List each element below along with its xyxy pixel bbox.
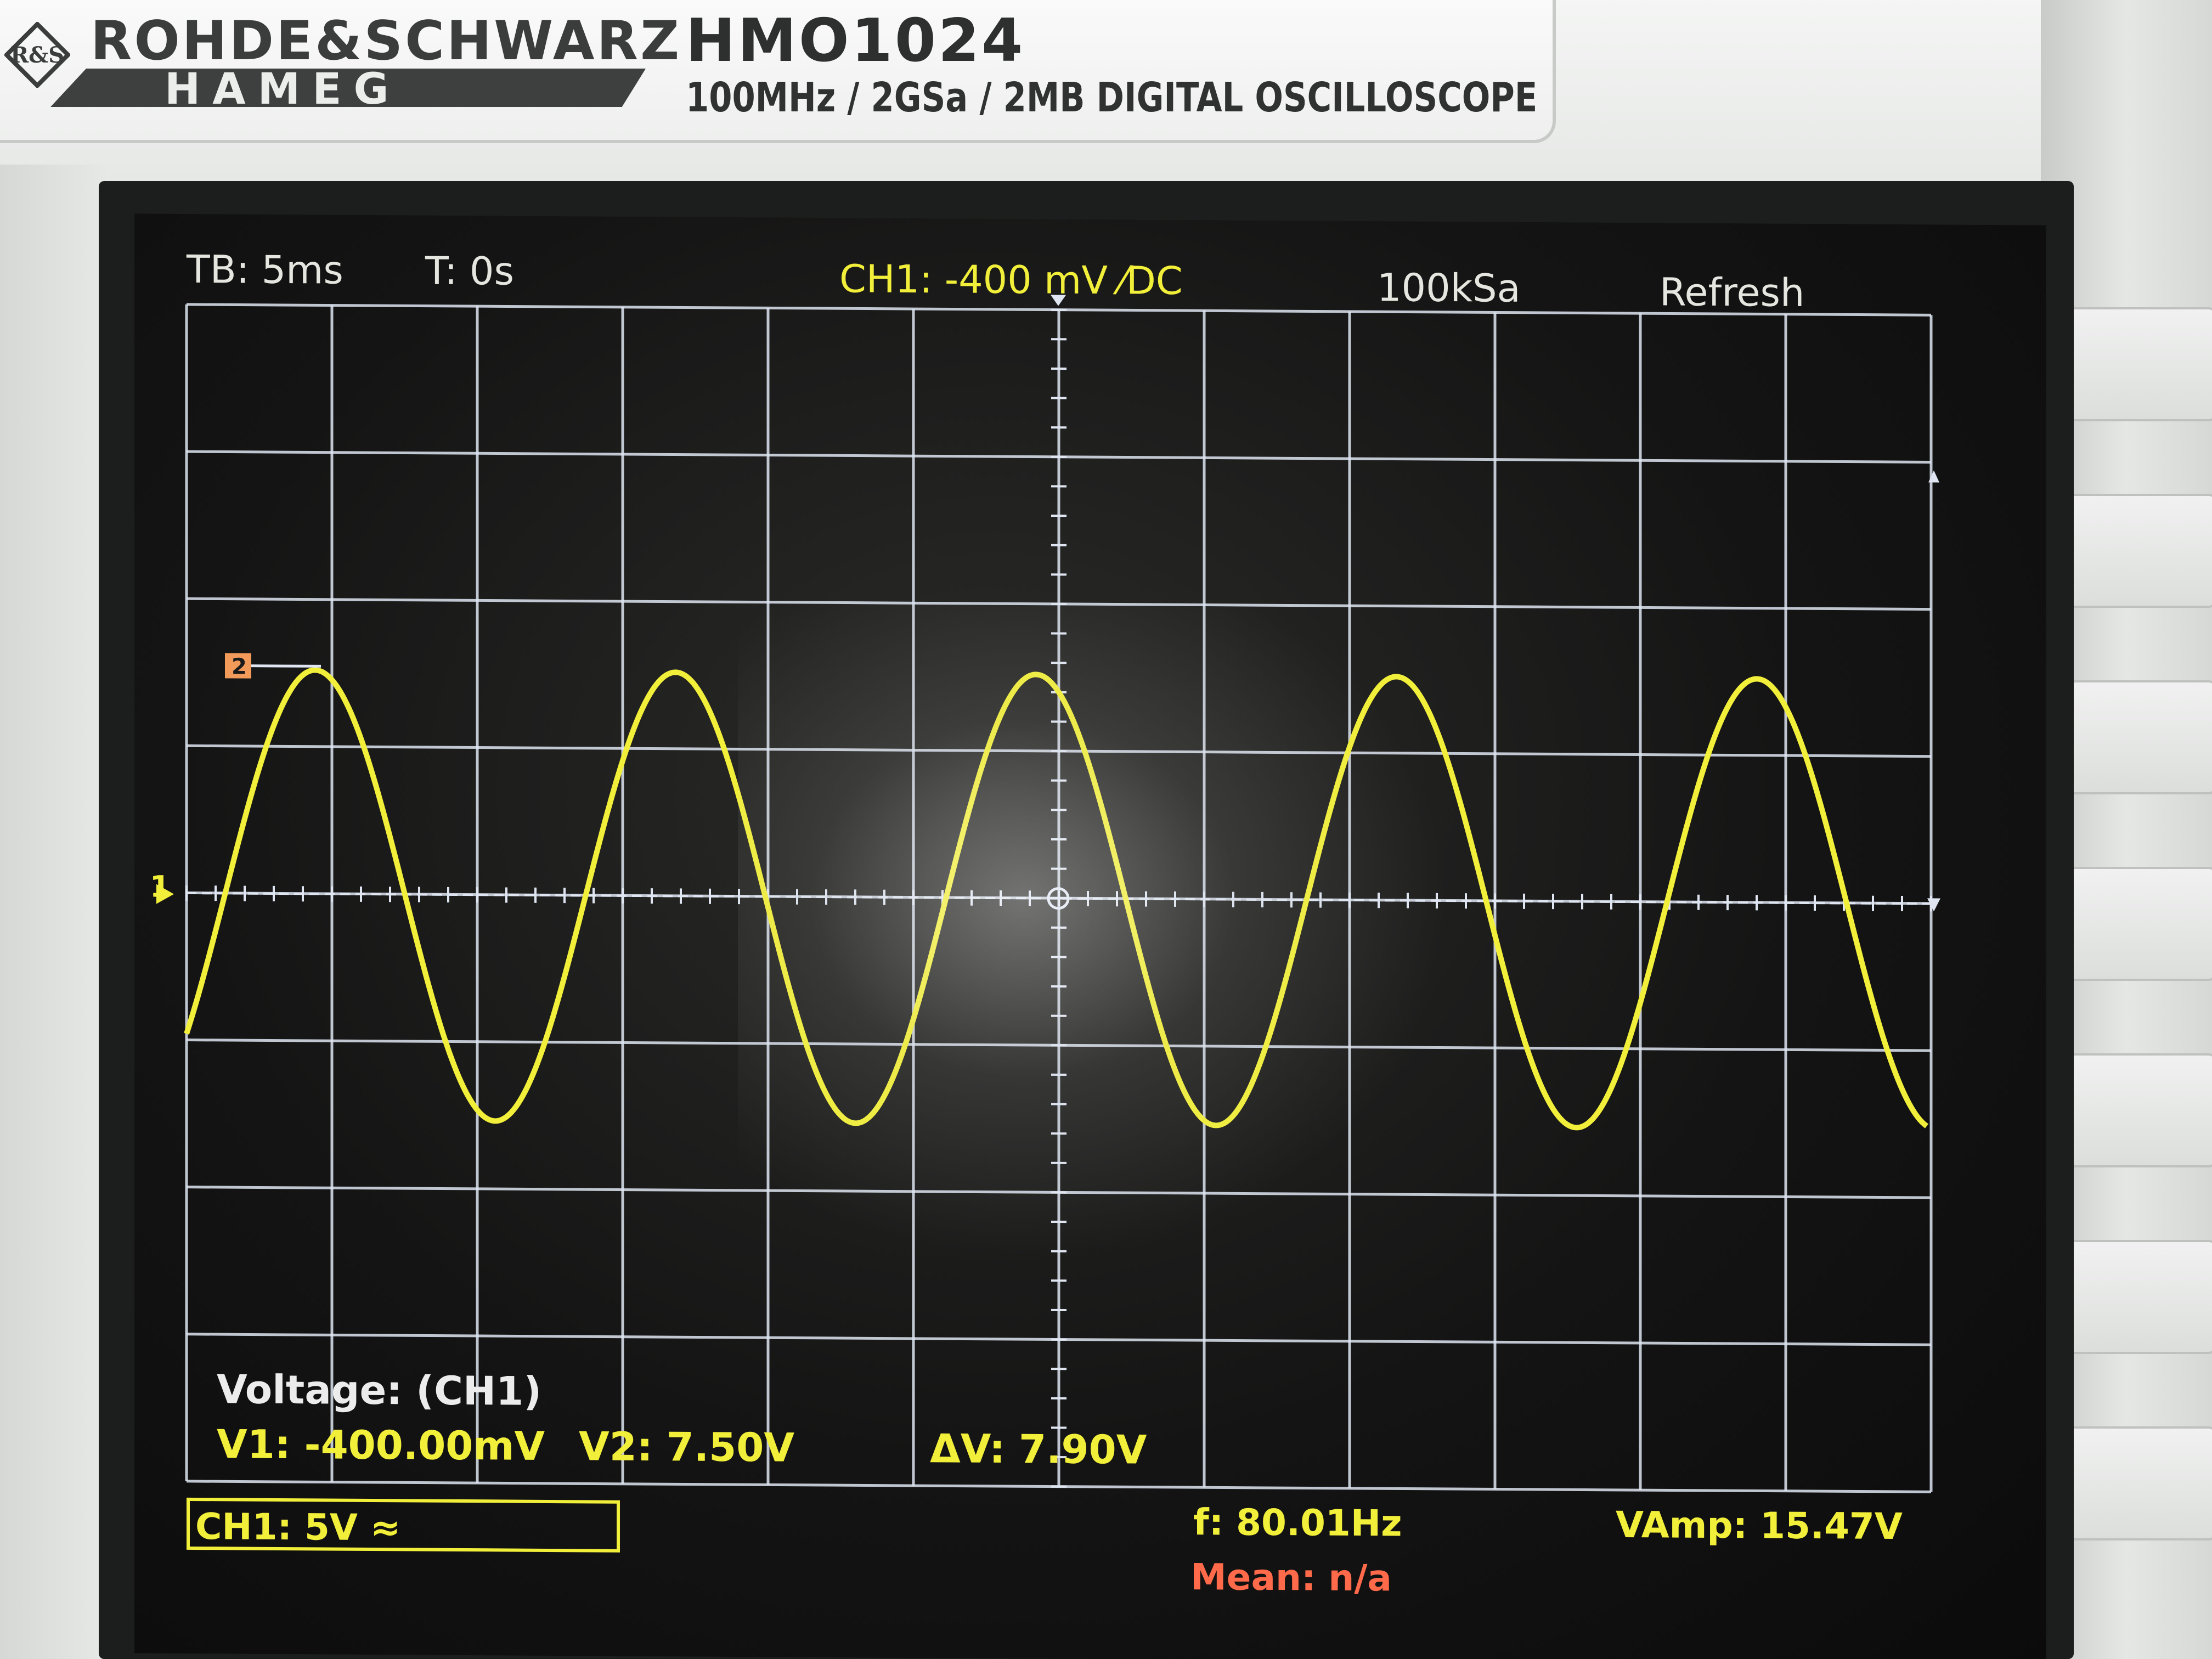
side-key[interactable] <box>2055 680 2212 794</box>
model-description: 100MHz / 2GSa / 2MB DIGITAL OSCILLOSCOPE <box>686 74 1538 121</box>
lower-limit-arrow-icon <box>1927 898 1940 912</box>
brand-name: ROHDE&SCHWARZ <box>91 10 682 72</box>
reference-marker-2: 2 <box>225 653 321 680</box>
ch1-status-box[interactable]: CH1: 5V ≈ <box>187 1497 620 1553</box>
sub-brand-name: HAMEG <box>165 65 401 114</box>
ch1-ground-marker: 1 <box>150 870 174 904</box>
side-key[interactable] <box>2055 494 2212 608</box>
measurement-title: Voltage: (CH1) <box>217 1366 542 1414</box>
svg-text:R&S: R&S <box>10 42 64 68</box>
trigger-position-marker-icon <box>1051 295 1066 306</box>
measurement-v1: V1: -400.00mV <box>217 1421 545 1469</box>
frequency-readout: f: 80.01Hz <box>1193 1501 1402 1545</box>
side-key[interactable] <box>2055 1240 2212 1354</box>
side-key[interactable] <box>2055 1053 2212 1167</box>
measurement-v2: V2: 7.50V <box>579 1423 795 1471</box>
mean-readout: Mean: n/a <box>1190 1556 1392 1600</box>
measurement-delta-v: ΔV: 7.90V <box>930 1425 1147 1473</box>
model-number: HMO1024 <box>686 7 1025 75</box>
ch1-status-label: CH1: 5V ≈ <box>195 1505 401 1549</box>
side-key[interactable] <box>2055 867 2212 981</box>
ref-marker-line <box>251 664 321 668</box>
side-key[interactable] <box>2055 1426 2212 1541</box>
left-frame <box>0 165 110 1659</box>
ref-marker-label: 2 <box>232 654 247 679</box>
side-key[interactable] <box>2055 307 2212 421</box>
vamp-readout: VAmp: 15.47V <box>1616 1503 1903 1548</box>
brand-label-plate: R&S ROHDE&SCHWARZ HAMEG HMO1024 100MHz /… <box>0 0 1556 143</box>
oscilloscope-photo: R&S ROHDE&SCHWARZ HAMEG HMO1024 100MHz /… <box>0 0 2212 1659</box>
rohde-schwarz-logo-icon: R&S <box>4 22 70 88</box>
display-screen: TB: 5ms T: 0s CH1: -400 mV ⁄DC 100kSa Re… <box>134 213 2046 1659</box>
